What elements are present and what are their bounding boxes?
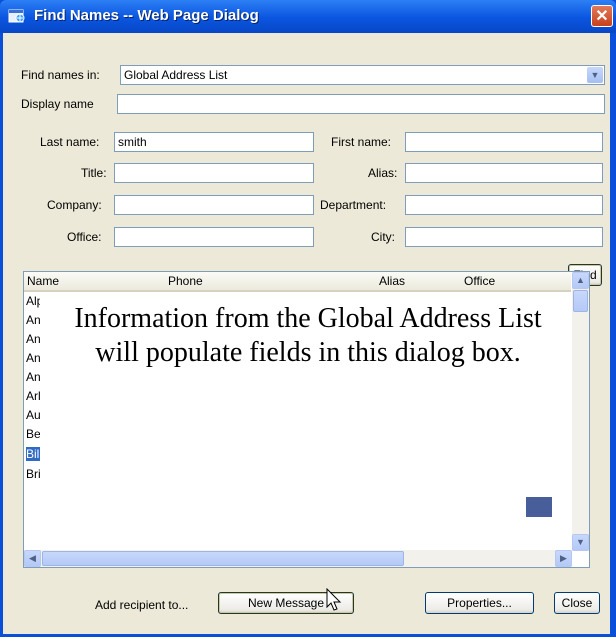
scroll-up-icon[interactable]: ▲: [572, 272, 589, 289]
close-window-button[interactable]: ✕: [591, 5, 613, 27]
title-field[interactable]: [114, 163, 314, 183]
scroll-left-icon[interactable]: ◀: [24, 550, 41, 567]
display-name-label: Display name: [21, 97, 94, 111]
address-book-value: Global Address List: [124, 68, 228, 82]
office-label: Office:: [67, 230, 102, 244]
display-name-field[interactable]: [117, 94, 605, 114]
last-name-label: Last name:: [40, 135, 100, 149]
last-name-value: smith: [118, 135, 147, 149]
vertical-scrollbar[interactable]: ▲ ▼: [572, 272, 589, 551]
title-label: Title:: [81, 166, 107, 180]
column-header-alias[interactable]: Alias: [379, 274, 405, 288]
web-page-icon: [8, 9, 25, 23]
address-book-select[interactable]: Global Address List ▼: [120, 65, 605, 85]
list-header: Name Phone Alias Office: [24, 272, 571, 292]
department-field[interactable]: [405, 195, 603, 215]
department-label: Department:: [320, 198, 387, 212]
scroll-right-icon[interactable]: ▶: [555, 550, 572, 567]
horizontal-scrollbar[interactable]: ◀ ▶: [24, 550, 572, 567]
list-item[interactable]: Bet: [26, 427, 40, 441]
company-label: Company:: [47, 198, 102, 212]
close-icon: ✕: [595, 8, 609, 25]
annotation-text: Information from the Global Address List…: [74, 303, 542, 368]
title-bar[interactable]: Find Names -- Web Page Dialog ✕: [0, 0, 616, 33]
first-name-field[interactable]: [405, 132, 603, 152]
list-item[interactable]: Ane: [26, 332, 40, 346]
column-header-name[interactable]: Name: [27, 274, 59, 288]
scroll-down-icon[interactable]: ▼: [572, 534, 589, 551]
city-field[interactable]: [405, 227, 603, 247]
list-item[interactable]: Anc: [26, 313, 40, 327]
first-name-label: First name:: [331, 135, 392, 149]
window-title: Find Names -- Web Page Dialog: [34, 7, 259, 24]
list-item[interactable]: Aur: [26, 408, 40, 422]
alias-field[interactable]: [405, 163, 603, 183]
add-recipient-label: Add recipient to...: [95, 598, 189, 612]
chevron-down-icon[interactable]: ▼: [587, 67, 603, 83]
horizontal-scroll-thumb[interactable]: [42, 551, 404, 566]
list-item[interactable]: Anr: [26, 370, 40, 384]
office-field[interactable]: [114, 227, 314, 247]
mouse-pointer-icon: [326, 588, 342, 611]
find-names-dialog: Find Names -- Web Page Dialog ✕ Find nam…: [0, 0, 616, 637]
selected-row-highlight: [526, 497, 552, 517]
alias-label: Alias:: [368, 166, 398, 180]
list-item[interactable]: Arle: [26, 389, 40, 403]
properties-button[interactable]: Properties...: [425, 592, 534, 614]
vertical-scroll-thumb[interactable]: [573, 290, 588, 312]
list-item-selected[interactable]: Billy: [26, 447, 40, 461]
find-names-in-label: Find names in:: [21, 68, 100, 82]
company-field[interactable]: [114, 195, 314, 215]
list-item[interactable]: Ang: [26, 351, 40, 365]
close-button[interactable]: Close: [554, 592, 600, 614]
list-item[interactable]: Brit: [26, 467, 40, 481]
column-header-office[interactable]: Office: [464, 274, 495, 288]
column-header-phone[interactable]: Phone: [168, 274, 203, 288]
list-item[interactable]: Alpl: [26, 294, 40, 308]
last-name-field[interactable]: smith: [114, 132, 314, 152]
city-label: City:: [371, 230, 395, 244]
